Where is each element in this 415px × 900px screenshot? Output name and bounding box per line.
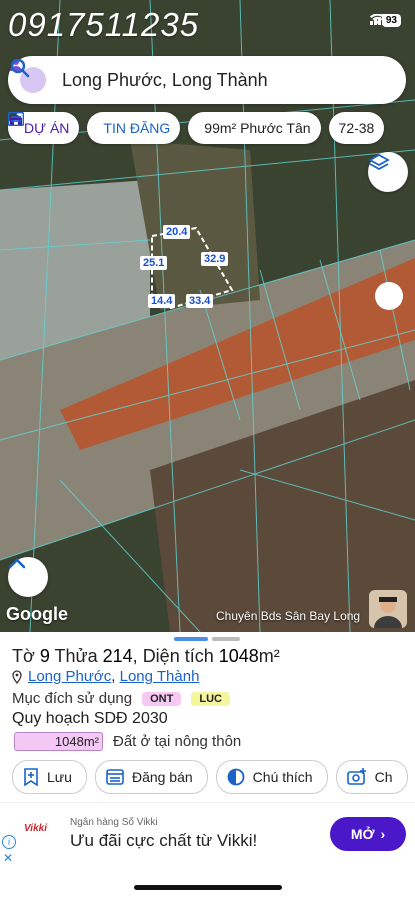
ad-info-icon[interactable]: i [2,835,16,849]
phone-watermark: 0917511235 [8,6,200,43]
layers-icon [368,153,390,171]
bookmark-add-icon [23,768,39,786]
post-sale-label: Đăng bán [131,769,193,785]
chip-tin-dang[interactable]: TIN ĐĂNG [8,112,181,144]
action-buttons: Lưu Đăng bán Chú thích Ch [12,760,408,794]
save-button[interactable]: Lưu [12,760,87,794]
ad-headline: Ưu đãi cực chất từ Vikki! [70,831,258,850]
legend-label: Chú thích [252,769,313,785]
camera-label: Ch [374,769,393,785]
chevron-up-icon [8,558,26,569]
post-sale-button[interactable]: Đăng bán [94,760,208,794]
profile-thumbnail[interactable] [369,590,407,628]
search-bar[interactable]: Long Phước, Long Thành [8,56,406,104]
ad-banner[interactable]: i ✕ Vikki Ngân hàng Số Vikki Ưu đãi cực … [0,802,415,865]
home-indicator[interactable] [134,885,282,890]
post-list-icon [106,769,124,785]
ad-button-label: MỞ [350,826,375,842]
parcel-title: Tờ 9 Thửa 214, Diện tích 1048m² [12,646,280,666]
search-icon[interactable] [8,56,32,80]
filter-chips: DỰ ÁN TIN ĐĂNG 99m² Phước Tân 72-38 [8,112,385,144]
chip-label: TIN ĐĂNG [103,120,171,136]
dimension-right: 32.9 [201,252,229,266]
chip-label: 72-38 [338,120,375,136]
save-label: Lưu [47,769,72,785]
tag-ont: ONT [142,691,182,706]
tag-luc: LUC [191,691,230,706]
ward-link[interactable]: Long Phước [28,668,111,685]
chip-label: 99m² Phước Tân [204,120,311,136]
dimension-left: 25.1 [140,256,168,270]
sheet-handle[interactable] [212,637,240,641]
legend-icon [227,768,245,786]
google-logo: Google [6,604,68,624]
legend-button[interactable]: Chú thích [215,760,328,794]
camera-add-icon [346,768,367,786]
purpose-label: Mục đích sử dụng [12,690,133,707]
dimension-top: 20.4 [163,225,191,239]
sheet-handle-active[interactable] [174,637,208,641]
chip-99m2[interactable]: 99m² Phước Tân [8,112,321,144]
chevron-right-icon: › [380,826,386,842]
plan-area-row: 1048m² Đất ở tại nông thôn [14,732,241,751]
status-bar: 93 [369,14,401,27]
satellite-map[interactable]: 20.4 32.9 25.1 14.4 33.4 0917511235 93 L… [0,0,415,632]
dimension-bottom-right: 33.4 [186,294,214,308]
expand-button[interactable] [8,557,48,597]
layers-button[interactable] [368,152,408,192]
location-pin-icon [12,669,22,684]
parcel-location: Long Phước, Long Thành [12,668,199,685]
chip-72-38[interactable]: 72-38 [328,112,385,144]
district-link[interactable]: Long Thành [120,668,200,685]
plan-title: Quy hoạch SDĐ 2030 [12,710,168,727]
ad-open-button[interactable]: MỞ › [330,817,406,851]
map-toggle-dot[interactable] [375,282,403,310]
dimension-bottom-left: 14.4 [148,294,176,308]
chip-label: DỰ ÁN [24,120,70,136]
ad-close-icon[interactable]: ✕ [3,851,13,865]
ad-brand-logo: Vikki [24,823,47,834]
search-input[interactable]: Long Phước, Long Thành [62,70,406,91]
parcel-info-sheet: Tờ 9 Thửa 214, Diện tích 1048m² Long Phư… [0,632,415,802]
ad-subtitle: Ngân hàng Số Vikki [70,817,158,828]
plan-area-desc: Đất ở tại nông thôn [113,733,242,750]
land-use-purpose: Mục đích sử dụng ONT LUC [12,690,230,707]
plan-area-badge: 1048m² [14,732,103,751]
map-credit: Chuyên Bds Sân Bay Long [216,609,361,623]
camera-button[interactable]: Ch [335,760,408,794]
